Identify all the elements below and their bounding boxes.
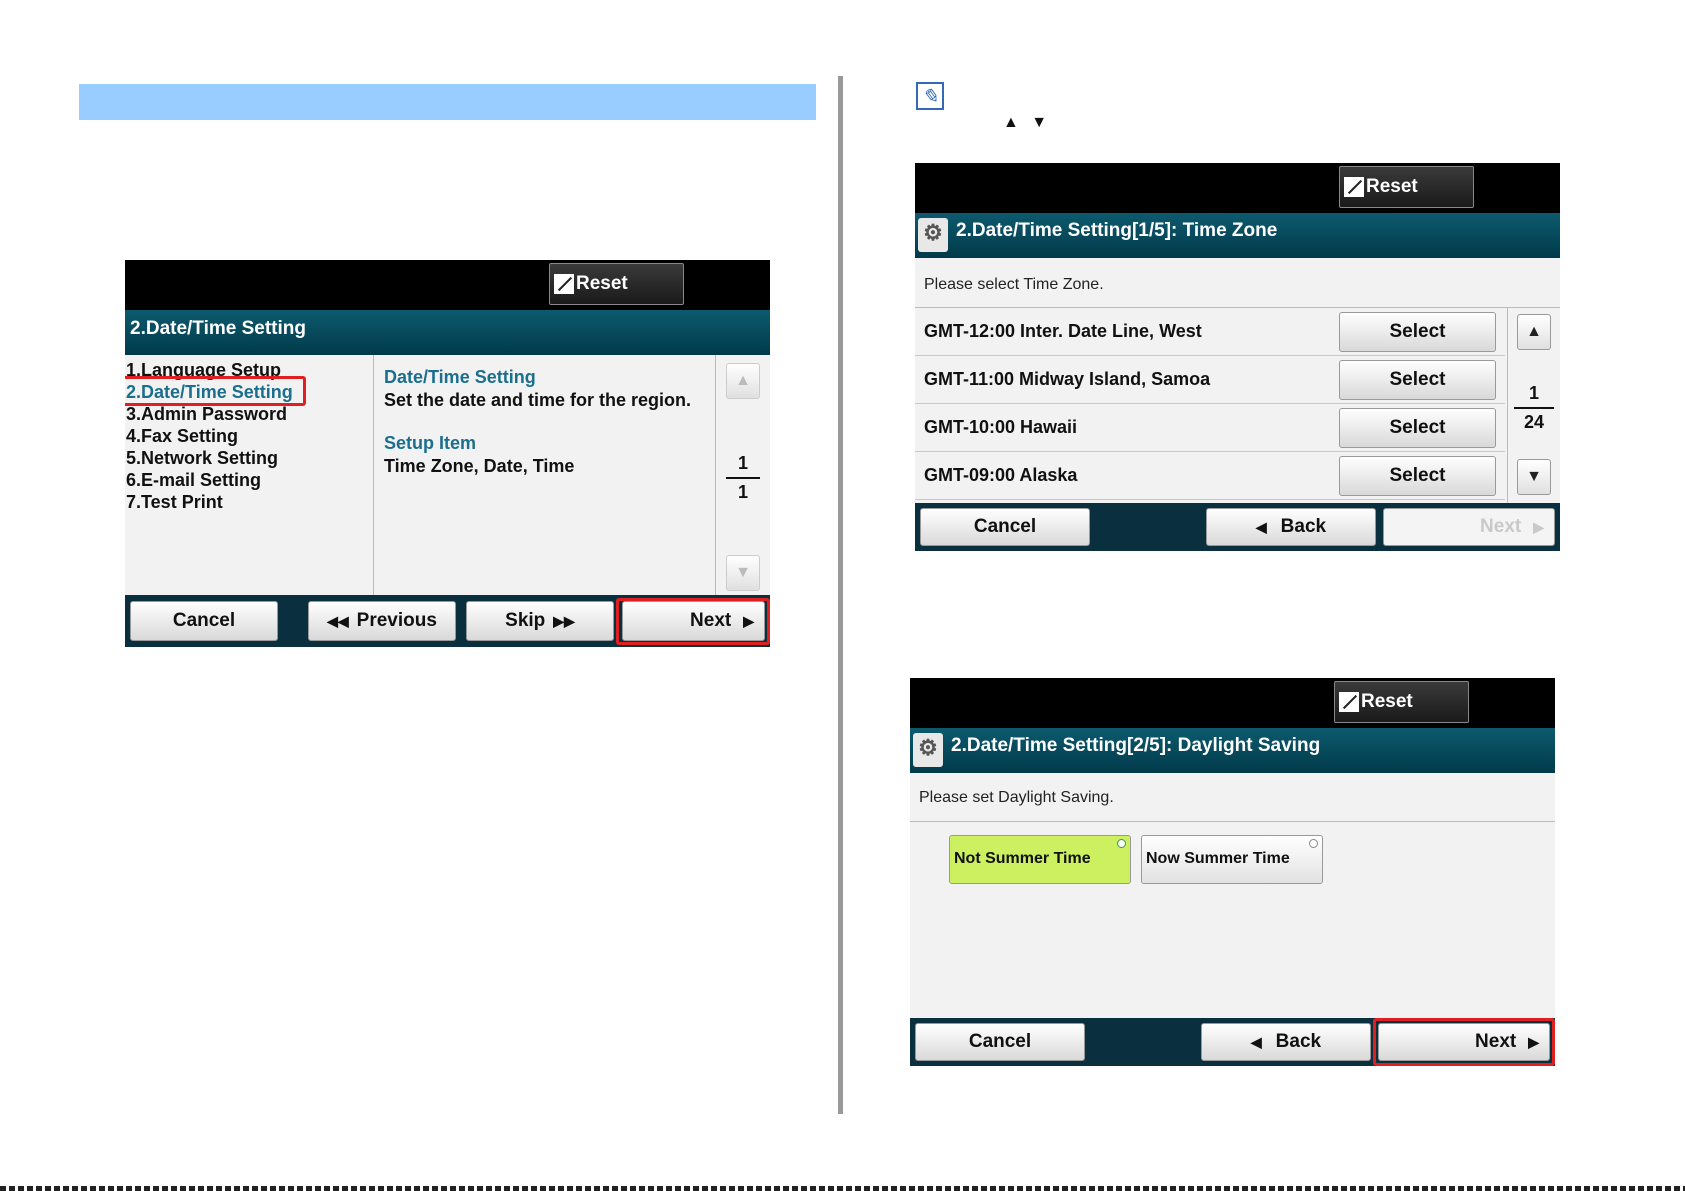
info-pane: Date/Time Setting Set the date and time … <box>384 367 714 477</box>
list-item: GMT-12:00 Inter. Date Line, West Select <box>915 308 1505 356</box>
scroll-column: ▲ 1 24 ▼ <box>1507 308 1560 503</box>
panel-title: ⚙ 2.Date/Time Setting[1/5]: Time Zone <box>915 213 1560 258</box>
reset-button[interactable]: Reset <box>1339 166 1474 208</box>
highlight-selected-item <box>125 376 306 406</box>
menu-item[interactable]: 4.Fax Setting <box>126 425 293 447</box>
reset-icon <box>554 274 574 294</box>
info-text: Time Zone, Date, Time <box>384 456 575 476</box>
scroll-down-button[interactable]: ▼ <box>726 555 760 591</box>
panel-title-text: 2.Date/Time Setting[2/5]: Daylight Savin… <box>951 735 1321 756</box>
up-arrow-icon: ▲ <box>1526 323 1542 340</box>
page-total: 24 <box>1523 412 1545 432</box>
prompt-text: Please set Daylight Saving. <box>919 789 1114 806</box>
gear-icon: ⚙ <box>918 218 948 252</box>
back-button[interactable]: ◀ Back <box>1206 508 1376 546</box>
info-text: Set the date and time for the region. <box>384 390 692 410</box>
left-arrow-icon: ◀ <box>1255 518 1267 535</box>
scroll-up-button[interactable]: ▲ <box>1517 314 1551 350</box>
right-arrow-icon: ▶ <box>1533 518 1544 535</box>
menu-item[interactable]: 3.Admin Password <box>126 403 293 425</box>
up-arrow-icon: ▲ <box>735 372 751 389</box>
time-zone-label: GMT-10:00 Hawaii <box>924 417 1078 437</box>
gear-icon: ⚙ <box>913 733 943 767</box>
scroll-arrows-note: ▲ ▼ <box>1003 114 1052 131</box>
option-not-summer-time[interactable]: Not Summer Time <box>949 835 1131 884</box>
page-current: 1 <box>1528 383 1539 403</box>
option-now-summer-time[interactable]: Now Summer Time <box>1141 835 1323 884</box>
menu-item[interactable]: 5.Network Setting <box>126 447 293 469</box>
panel-title-text: 2.Date/Time Setting <box>130 318 306 339</box>
down-arrow-icon: ▼ <box>735 564 751 581</box>
page-indicator: 1 24 <box>1514 383 1554 433</box>
reset-button[interactable]: Reset <box>549 263 684 305</box>
left-arrow-icon: ◀ <box>1250 1033 1262 1050</box>
scroll-down-button[interactable]: ▼ <box>1517 459 1551 495</box>
panel-title-text: 2.Date/Time Setting[1/5]: Time Zone <box>956 220 1278 241</box>
page-indicator: 1 1 <box>726 453 760 503</box>
down-arrow-icon: ▼ <box>1526 468 1542 485</box>
page-total: 1 <box>737 482 748 502</box>
double-right-icon: ▶▶ <box>553 612 575 629</box>
list-item: GMT-11:00 Midway Island, Samoa Select <box>915 356 1505 404</box>
highlight-next-button <box>616 598 770 645</box>
reset-icon <box>1344 177 1364 197</box>
list-item: GMT-10:00 Hawaii Select <box>915 404 1505 452</box>
radio-indicator-icon <box>1117 839 1126 848</box>
prompt-divider <box>910 821 1555 822</box>
note-icon: ✎ <box>916 82 944 110</box>
menu-item[interactable]: 7.Test Print <box>126 491 293 513</box>
previous-button[interactable]: ◀◀ Previous <box>308 601 456 641</box>
prompt-text: Please select Time Zone. <box>924 276 1104 293</box>
cancel-button[interactable]: Cancel <box>130 601 278 641</box>
time-zone-list: GMT-12:00 Inter. Date Line, West Select GM… <box>915 308 1505 500</box>
panel-time-zone: Reset ⚙ 2.Date/Time Setting[1/5]: Time Z… <box>915 163 1560 551</box>
menu-item[interactable]: 6.E-mail Setting <box>126 469 293 491</box>
next-button[interactable]: Next ▶ <box>1383 508 1555 546</box>
select-button[interactable]: Select <box>1339 408 1496 448</box>
scroll-column: ▲ 1 1 ▼ <box>715 355 770 595</box>
column-divider <box>838 76 843 1114</box>
info-heading: Date/Time Setting <box>384 367 536 387</box>
panel-top-bar: Reset <box>910 678 1555 728</box>
page-current: 1 <box>737 453 748 473</box>
panel-title: ⚙ 2.Date/Time Setting[2/5]: Daylight Sav… <box>910 728 1555 773</box>
info-heading: Setup Item <box>384 433 477 453</box>
select-button[interactable]: Select <box>1339 312 1496 352</box>
cancel-button[interactable]: Cancel <box>915 1023 1085 1061</box>
time-zone-label: GMT-09:00 Alaska <box>924 465 1078 485</box>
panel-date-time-setting: Reset 2.Date/Time Setting 1.Language Set… <box>125 260 770 647</box>
select-button[interactable]: Select <box>1339 456 1496 496</box>
page-bottom-border <box>0 1186 1685 1191</box>
back-button[interactable]: ◀ Back <box>1201 1023 1371 1061</box>
panel-daylight-saving: Reset ⚙ 2.Date/Time Setting[2/5]: Daylig… <box>910 678 1555 1066</box>
panel-top-bar: Reset <box>915 163 1560 213</box>
cancel-button[interactable]: Cancel <box>920 508 1090 546</box>
scroll-up-button[interactable]: ▲ <box>726 363 760 399</box>
panel-title: 2.Date/Time Setting <box>125 310 770 355</box>
reset-button[interactable]: Reset <box>1334 681 1469 723</box>
double-left-icon: ◀◀ <box>327 612 349 629</box>
section-header-band <box>79 84 816 120</box>
highlight-next-button <box>1373 1018 1555 1066</box>
panel-bottom-bar: Cancel ◀ Back Next ▶ <box>915 503 1560 551</box>
panel-top-bar: Reset <box>125 260 770 310</box>
select-button[interactable]: Select <box>1339 360 1496 400</box>
time-zone-label: GMT-11:00 Midway Island, Samoa <box>924 369 1211 389</box>
radio-indicator-icon <box>1309 839 1318 848</box>
reset-icon <box>1339 692 1359 712</box>
list-item: GMT-09:00 Alaska Select <box>915 452 1505 500</box>
skip-button[interactable]: Skip ▶▶ <box>466 601 614 641</box>
time-zone-label: GMT-12:00 Inter. Date Line, West <box>924 321 1202 341</box>
